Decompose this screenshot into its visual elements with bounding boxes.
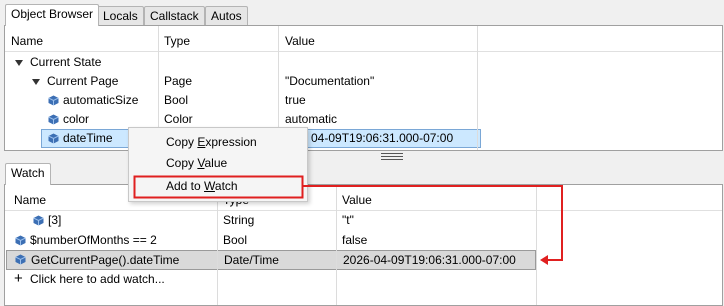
tab-object-browser[interactable]: Object Browser xyxy=(5,4,100,26)
watch-row[interactable]: $numberOfMonths == 2 Bool false xyxy=(5,231,722,250)
tab-watch[interactable]: Watch xyxy=(5,163,51,185)
column-separator[interactable] xyxy=(217,185,218,305)
context-menu: Copy Expression Copy Value Add to Watch xyxy=(128,127,308,202)
column-separator[interactable] xyxy=(477,26,478,150)
column-header-value[interactable]: Value xyxy=(285,34,315,48)
tree-row-current-page[interactable]: Current Page Page "Documentation" xyxy=(5,72,722,91)
copy-expression-menu-item[interactable]: Copy Expression xyxy=(129,131,307,153)
column-header-name[interactable]: Name xyxy=(14,193,46,207)
tab-callstack[interactable]: Callstack xyxy=(144,6,205,26)
tree-row-current-state[interactable]: Current State xyxy=(5,53,722,72)
row-type: String xyxy=(223,213,255,227)
expanded-triangle-icon[interactable] xyxy=(15,60,23,66)
row-name: GetCurrentPage().dateTime xyxy=(31,253,180,267)
object-cube-icon xyxy=(15,235,26,246)
watch-row[interactable]: [3] String "t" xyxy=(5,211,722,230)
row-name: color xyxy=(63,112,90,126)
object-cube-icon xyxy=(48,133,59,144)
tab-autos[interactable]: Autos xyxy=(205,6,248,26)
column-header-value[interactable]: Value xyxy=(342,193,372,207)
expanded-triangle-icon[interactable] xyxy=(32,79,40,85)
watch-row-selected[interactable]: GetCurrentPage().dateTime Date/Time 2026… xyxy=(6,250,536,270)
splitter-grip-line[interactable] xyxy=(381,156,403,157)
add-watch-row[interactable]: + Click here to add watch... xyxy=(5,270,722,289)
object-browser-panel: Name Type Value Current State Current Pa… xyxy=(4,25,723,151)
row-name: dateTime xyxy=(63,131,113,145)
object-cube-icon xyxy=(33,215,44,226)
tab-locals[interactable]: Locals xyxy=(97,6,144,26)
row-value: false xyxy=(342,233,368,247)
column-separator[interactable] xyxy=(536,185,537,305)
row-value: "Documentation" xyxy=(285,74,375,88)
watch-panel: Name Type Value [3] String "t" $numberOf… xyxy=(4,184,723,306)
row-type: Date/Time xyxy=(224,253,279,267)
splitter-grip-line[interactable] xyxy=(381,153,403,154)
splitter-grip-line[interactable] xyxy=(381,159,403,160)
row-value: 2026-04-09T19:06:31.000-07:00 xyxy=(343,253,516,267)
row-type: Bool xyxy=(164,93,189,107)
row-value: 04-09T19:06:31.000-07:00 xyxy=(311,131,454,145)
tree-row-automatic-size[interactable]: automaticSize Bool true xyxy=(5,91,722,110)
row-name: automaticSize xyxy=(63,93,139,107)
row-name: Current Page xyxy=(47,74,119,88)
row-type: Bool xyxy=(223,233,248,247)
row-name: $numberOfMonths == 2 xyxy=(30,233,157,247)
object-cube-icon xyxy=(15,254,26,265)
copy-value-menu-item[interactable]: Copy Value xyxy=(129,152,307,174)
column-header-type[interactable]: Type xyxy=(164,34,190,48)
object-cube-icon xyxy=(48,95,59,106)
row-value: "t" xyxy=(342,213,354,227)
object-cube-icon xyxy=(48,114,59,125)
add-watch-label: Click here to add watch... xyxy=(30,272,165,286)
row-name: [3] xyxy=(48,213,62,227)
header-divider xyxy=(5,51,722,52)
row-name: Current State xyxy=(30,55,102,69)
column-separator[interactable] xyxy=(336,185,337,305)
add-to-watch-menu-item[interactable]: Add to Watch xyxy=(129,175,307,197)
tree-row-color[interactable]: color Color automatic xyxy=(5,110,722,129)
plus-icon: + xyxy=(14,270,23,287)
row-value: true xyxy=(285,93,306,107)
row-type: Page xyxy=(164,74,193,88)
column-header-name[interactable]: Name xyxy=(11,34,43,48)
